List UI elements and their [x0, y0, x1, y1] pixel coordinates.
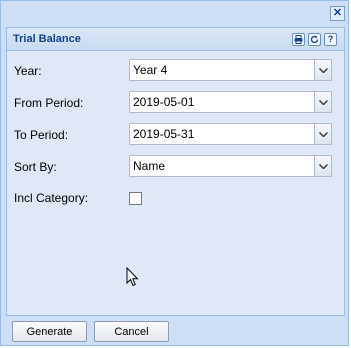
dialog-footer: Generate Cancel	[1, 319, 348, 345]
trial-balance-panel: Trial Balance ? Year: Year 4 From Period…	[6, 27, 345, 316]
from-period-combo[interactable]: 2019-05-01	[129, 91, 332, 113]
from-period-label: From Period:	[14, 96, 84, 110]
year-label: Year:	[14, 64, 42, 78]
chevron-down-icon[interactable]	[314, 124, 331, 144]
chevron-down-glyph	[318, 99, 328, 105]
sort-by-value: Name	[133, 159, 166, 173]
cancel-button[interactable]: Cancel	[94, 321, 169, 342]
year-value: Year 4	[133, 63, 168, 77]
sort-by-label: Sort By:	[14, 160, 57, 174]
chevron-down-glyph	[318, 163, 328, 169]
cursor-glyph	[126, 266, 139, 287]
sort-by-combo[interactable]: Name	[129, 155, 332, 177]
print-icon[interactable]	[292, 33, 305, 46]
close-icon[interactable]: ✕	[330, 6, 345, 21]
mouse-cursor-icon	[126, 266, 140, 290]
refresh-glyph	[310, 35, 319, 44]
panel-header: Trial Balance ?	[7, 28, 344, 51]
print-glyph	[294, 35, 303, 44]
to-period-label: To Period:	[14, 128, 69, 142]
chevron-down-glyph	[318, 67, 328, 73]
help-icon[interactable]: ?	[324, 33, 337, 46]
help-glyph: ?	[327, 34, 334, 44]
chevron-down-icon[interactable]	[314, 156, 331, 176]
panel-title: Trial Balance	[13, 33, 81, 45]
window-header: ✕	[1, 1, 348, 25]
report-dialog-window: ✕ Trial Balance ? Year: Year 4 From Peri…	[0, 0, 349, 346]
incl-category-label: Incl Category:	[14, 191, 89, 205]
generate-button[interactable]: Generate	[12, 321, 87, 342]
from-period-value: 2019-05-01	[133, 95, 195, 109]
refresh-icon[interactable]	[308, 33, 321, 46]
chevron-down-glyph	[318, 131, 328, 137]
incl-category-checkbox[interactable]	[129, 192, 142, 205]
to-period-value: 2019-05-31	[133, 127, 195, 141]
chevron-down-icon[interactable]	[314, 60, 331, 80]
chevron-down-icon[interactable]	[314, 92, 331, 112]
to-period-combo[interactable]: 2019-05-31	[129, 123, 332, 145]
year-combo[interactable]: Year 4	[129, 59, 332, 81]
